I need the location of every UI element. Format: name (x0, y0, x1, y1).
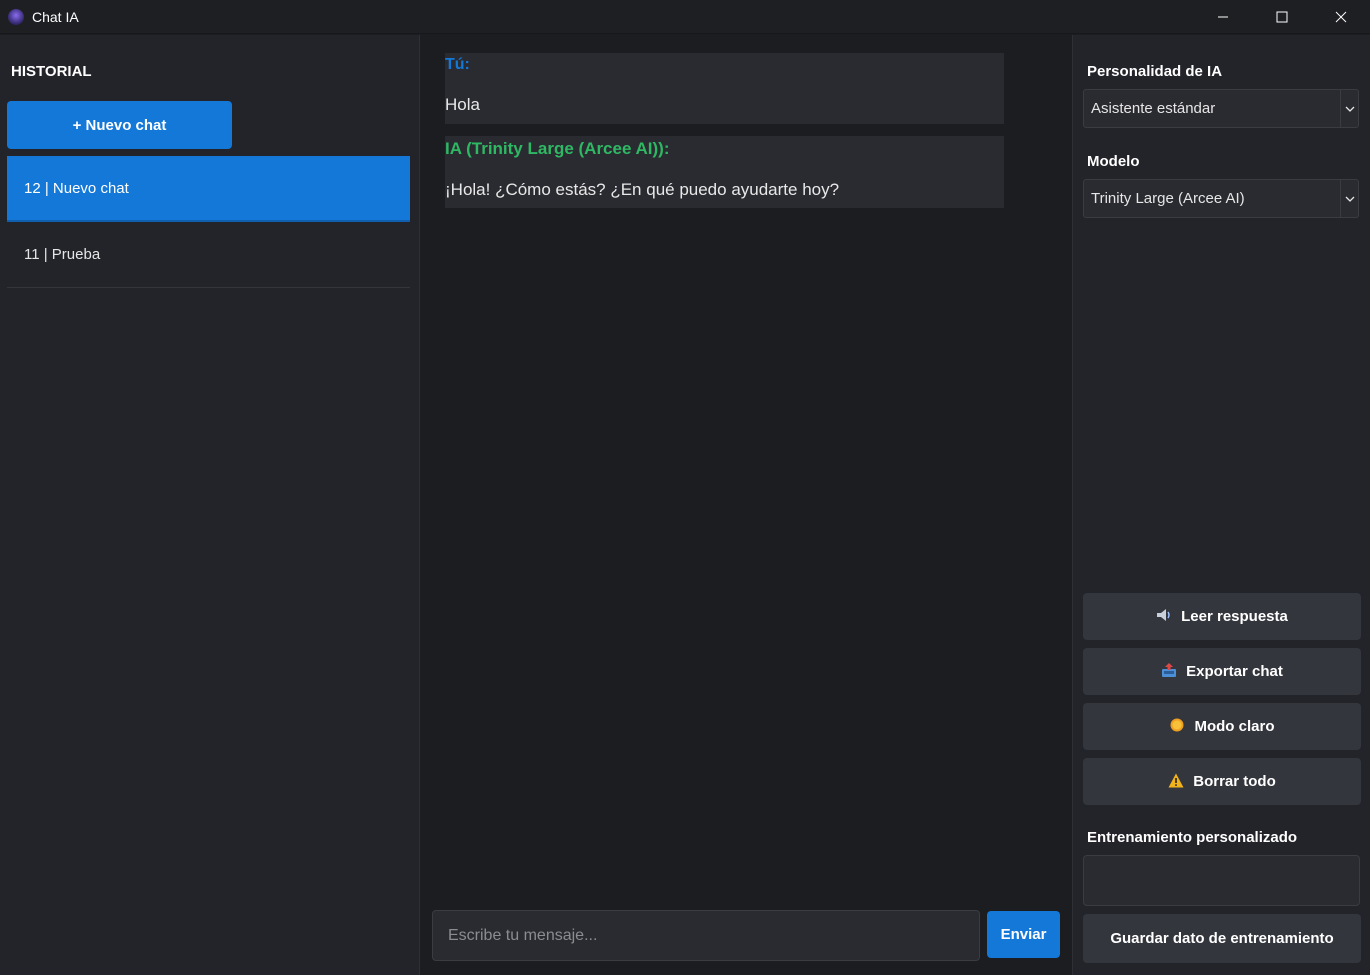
message-author: Tú: (445, 56, 470, 73)
minimize-button[interactable] (1193, 0, 1252, 34)
chat-area: Tú: Hola IA (Trinity Large (Arcee AI)): … (421, 35, 1071, 975)
maximize-button[interactable] (1252, 0, 1311, 34)
message-author: IA (Trinity Large (Arcee AI)): (445, 139, 670, 158)
read-response-button[interactable]: Leer respuesta (1083, 593, 1361, 640)
sun-icon (1169, 717, 1185, 736)
chat-item-11[interactable]: 11 | Prueba (7, 222, 410, 288)
model-value: Trinity Large (Arcee AI) (1091, 190, 1245, 207)
message-text: ¡Hola! ¿Cómo estás? ¿En qué puedo ayudar… (445, 180, 840, 199)
maximize-icon (1276, 11, 1287, 23)
save-training-button[interactable]: Guardar dato de entrenamiento (1083, 914, 1361, 963)
message-user: Tú: Hola (445, 53, 1004, 124)
personality-select[interactable]: Asistente estándar (1083, 89, 1359, 128)
model-label: Modelo (1087, 153, 1140, 170)
history-sidebar: HISTORIAL + Nuevo chat 12 | Nuevo chat 1… (0, 35, 420, 975)
chevron-down-icon (1340, 180, 1358, 217)
app-icon (8, 8, 24, 25)
outbox-icon (1161, 662, 1177, 681)
chat-item-12[interactable]: 12 | Nuevo chat (7, 156, 410, 222)
message-input[interactable] (432, 910, 980, 961)
message-ai: IA (Trinity Large (Arcee AI)): ¡Hola! ¿C… (445, 136, 1004, 208)
speaker-icon (1156, 608, 1172, 625)
chevron-down-icon (1340, 90, 1358, 127)
read-response-label: Leer respuesta (1181, 608, 1288, 625)
send-button[interactable]: Enviar (987, 911, 1060, 958)
clear-all-button[interactable]: Borrar todo (1083, 758, 1361, 805)
clear-all-label: Borrar todo (1193, 773, 1276, 790)
light-mode-button[interactable]: Modo claro (1083, 703, 1361, 750)
minimize-icon (1217, 16, 1228, 18)
light-mode-label: Modo claro (1194, 718, 1275, 735)
training-label: Entrenamiento personalizado (1087, 829, 1298, 846)
training-input[interactable] (1083, 855, 1360, 906)
new-chat-button[interactable]: + Nuevo chat (7, 101, 232, 149)
personality-value: Asistente estándar (1091, 100, 1216, 117)
personality-label: Personalidad de IA (1087, 63, 1223, 80)
message-text: Hola (445, 95, 480, 114)
history-title: HISTORIAL (11, 63, 92, 80)
close-icon (1335, 11, 1346, 23)
model-select[interactable]: Trinity Large (Arcee AI) (1083, 179, 1359, 218)
composer: Enviar (432, 910, 1060, 961)
settings-panel: Personalidad de IA Asistente estándar Mo… (1072, 35, 1370, 975)
warning-icon (1168, 773, 1184, 791)
close-button[interactable] (1311, 0, 1370, 34)
window-controls (1193, 0, 1370, 34)
window-title: Chat IA (32, 8, 79, 25)
title-bar: Chat IA (0, 0, 1370, 34)
export-chat-button[interactable]: Exportar chat (1083, 648, 1361, 695)
export-chat-label: Exportar chat (1186, 663, 1283, 680)
chat-list: 12 | Nuevo chat 11 | Prueba (7, 156, 410, 288)
